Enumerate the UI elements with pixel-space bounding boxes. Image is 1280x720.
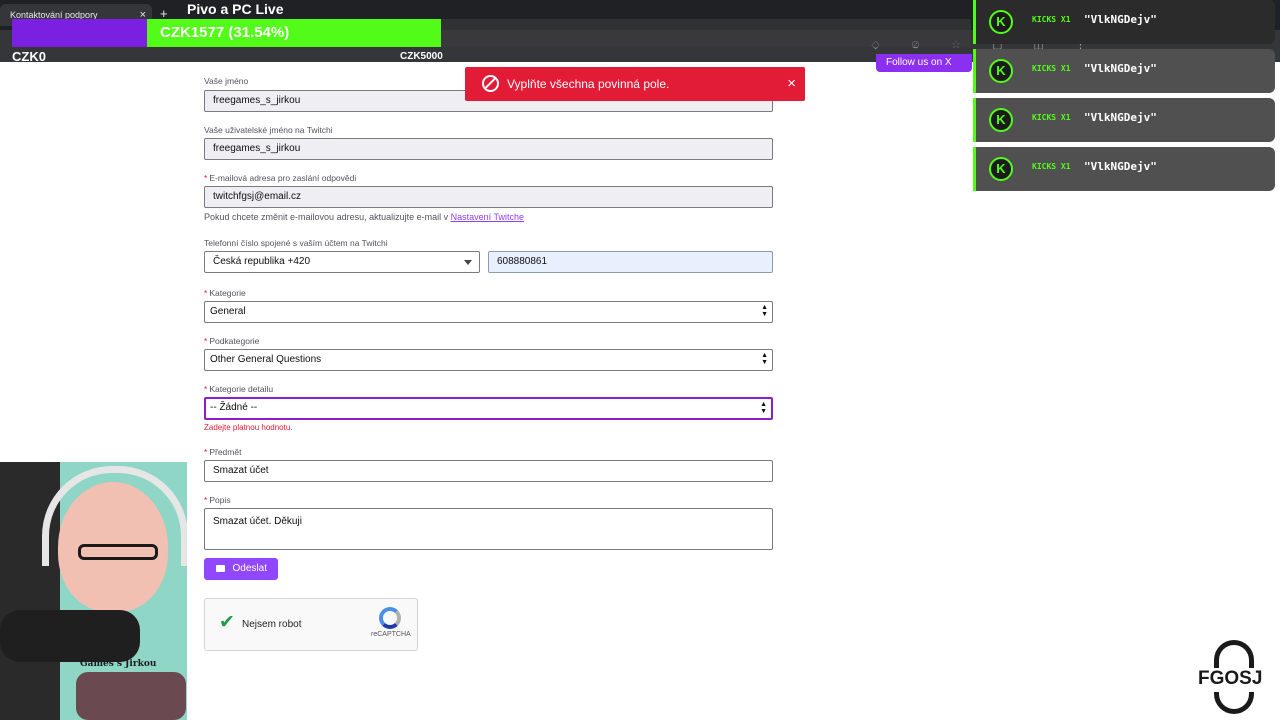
recaptcha-widget[interactable]: ✔ Nejsem robot reCAPTCHA <box>204 598 418 651</box>
category-value: General <box>210 306 246 317</box>
category-select[interactable]: General ▲ ▼ <box>204 301 773 323</box>
subcategory-select[interactable]: Other General Questions ▲ ▼ <box>204 349 773 371</box>
category-label: * Kategorie <box>204 288 246 298</box>
webcam-feed: Games s Jirkou <box>0 462 187 720</box>
phone-shape <box>76 672 186 720</box>
prohibited-icon <box>482 75 499 92</box>
username-field[interactable]: freegames_s_jirkou <box>204 138 773 160</box>
donation-goal-min: CZK0 <box>12 49 46 64</box>
close-icon[interactable]: × <box>787 75 796 92</box>
kick-alert: K KICKS X1 "VlkNGDejv" <box>973 98 1275 142</box>
kick-alert-name: "VlkNGDejv" <box>1084 111 1157 124</box>
bag-icon <box>216 565 225 572</box>
kick-alert-name: "VlkNGDejv" <box>1084 13 1157 26</box>
twitch-settings-link[interactable]: Nastavení Twitche <box>451 212 524 222</box>
select-arrows-icon: ▲ ▼ <box>761 304 768 318</box>
phone-country-select[interactable]: Česká republika +420 <box>204 251 480 273</box>
kick-logo-icon: K <box>989 157 1013 181</box>
donation-goal-track <box>441 19 971 47</box>
detail-category-select[interactable]: -- Žádné -- ▲ ▼ <box>204 397 773 420</box>
kick-alert: K KICKS X1 "VlkNGDejv" <box>973 49 1275 93</box>
logo-gear-bottom <box>1214 692 1254 714</box>
subcategory-value: Other General Questions <box>210 354 322 365</box>
phone-label: Telefonní číslo spojené s vaším účtem na… <box>204 238 388 248</box>
logo-text: FGOSJ <box>1198 668 1263 689</box>
detail-category-value: -- Žádné -- <box>210 402 258 413</box>
kick-alerts: K KICKS X1 "VlkNGDejv" K KICKS X1 "VlkNG… <box>973 0 1275 196</box>
submit-button-label: Odeslat <box>232 563 267 574</box>
kick-alert-tag: KICKS X1 <box>1032 15 1071 24</box>
stream-title: Pivo a PC Live <box>187 1 284 17</box>
logo-gear-top <box>1214 640 1254 668</box>
detail-category-error: Zadejte platnou hodnotu. <box>204 423 293 432</box>
username-label: Vaše uživatelské jméno na Twitchi <box>204 125 333 135</box>
kick-alert-tag: KICKS X1 <box>1032 64 1071 73</box>
recaptcha-brand: reCAPTCHA <box>371 631 411 638</box>
donation-goal-max: CZK5000 <box>400 51 443 62</box>
kick-alert-name: "VlkNGDejv" <box>1084 160 1157 173</box>
kick-alert-tag: KICKS X1 <box>1032 162 1071 171</box>
mouse-cursor-icon <box>968 493 982 509</box>
kick-logo-icon: K <box>989 108 1013 132</box>
submit-button[interactable]: Odeslat <box>204 558 278 580</box>
email-label: * E-mailová adresa pro zaslání odpovědi <box>204 173 357 183</box>
screen: Kontaktování podpory × + ◇ ⊘ ☆ ▢ ◫ ⋮ Piv… <box>0 0 1280 720</box>
webcam-shirt-text: Games s Jirkou <box>80 659 157 669</box>
kick-logo-icon: K <box>989 59 1013 83</box>
kick-alert: K KICKS X1 "VlkNGDejv" <box>973 147 1275 191</box>
glasses-shape <box>78 544 158 560</box>
goal-bar-left-segment <box>12 19 147 47</box>
error-toast-message: Vyplňte všechna povinná pole. <box>507 77 670 91</box>
select-arrows-icon: ▲ ▼ <box>760 401 767 415</box>
subject-field[interactable]: Smazat účet <box>204 460 773 482</box>
recaptcha-label: Nejsem robot <box>242 619 302 630</box>
subject-label: * Předmět <box>204 447 242 457</box>
microphone-shape <box>0 610 140 662</box>
follow-us-banner: Follow us on X <box>876 54 972 72</box>
checkmark-icon[interactable]: ✔ <box>219 611 235 634</box>
channel-logo: FGOSJ <box>1196 636 1272 718</box>
email-helper-text: Pokud chcete změnit e-mailovou adresu, a… <box>204 212 525 222</box>
phone-country-value: Česká republika +420 <box>213 256 311 267</box>
donation-goal-progress: CZK1577 (31.54%) <box>147 19 441 47</box>
description-textarea[interactable]: Smazat účet. Děkuji <box>204 508 773 550</box>
description-label: * Popis <box>204 495 231 505</box>
select-arrows-icon: ▲ ▼ <box>761 352 768 366</box>
detail-category-label: * Kategorie detailu <box>204 384 274 394</box>
kick-alert-name: "VlkNGDejv" <box>1084 62 1157 75</box>
phone-number-field[interactable]: 608880861 <box>488 251 773 273</box>
chevron-down-icon <box>464 260 472 265</box>
kick-logo-icon: K <box>989 10 1013 34</box>
recaptcha-logo-icon <box>379 607 401 629</box>
email-field[interactable]: twitchfgsj@email.cz <box>204 186 773 208</box>
name-label: Vaše jméno <box>204 76 249 86</box>
subcategory-label: * Podkategorie <box>204 336 260 346</box>
kick-alert: K KICKS X1 "VlkNGDejv" <box>973 0 1275 44</box>
error-toast: Vyplňte všechna povinná pole. × <box>465 67 805 101</box>
kick-alert-tag: KICKS X1 <box>1032 113 1071 122</box>
